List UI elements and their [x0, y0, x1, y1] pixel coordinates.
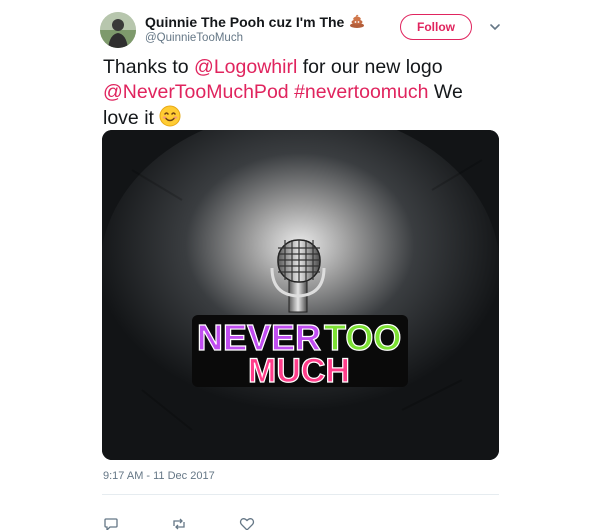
tweet-text: Thanks to @Logowhirl for our new logo @N… [103, 55, 503, 134]
retweet-icon[interactable] [171, 516, 187, 530]
mention-nevertoomuchpod-link[interactable]: @NeverTooMuchPod [103, 81, 289, 103]
tweet-header: Quinnie The Pooh cuz I'm The @QuinnieToo… [100, 10, 510, 50]
author-display-name[interactable]: Quinnie The Pooh cuz I'm The [145, 14, 344, 30]
reply-icon[interactable] [103, 516, 119, 530]
tweet-actions [103, 516, 255, 530]
avatar[interactable] [100, 12, 136, 48]
divider [102, 494, 499, 495]
tweet-text-prefix: Thanks to [103, 56, 195, 78]
hashtag-nevertoomuch-link[interactable]: #nevertoomuch [294, 81, 428, 103]
tweet-timestamp[interactable]: 9:17 AM - 11 Dec 2017 [103, 470, 215, 482]
like-icon[interactable] [239, 516, 255, 530]
tweet-media-image[interactable]: NEVER TOO MUCH [102, 130, 499, 460]
chevron-down-icon[interactable] [488, 20, 502, 34]
never-too-much-logo-image: NEVER TOO MUCH [102, 130, 499, 460]
tweet-text-middle: for our new logo [297, 56, 443, 78]
follow-button[interactable]: Follow [400, 14, 472, 40]
author-name-line[interactable]: Quinnie The Pooh cuz I'm The [145, 13, 365, 31]
logo-text-much: MUCH [248, 352, 350, 390]
mention-logowhirl-link[interactable]: @Logowhirl [194, 56, 297, 78]
tweet-card: Quinnie The Pooh cuz I'm The @QuinnieToo… [0, 0, 600, 530]
author-handle[interactable]: @QuinnieTooMuch [145, 32, 243, 44]
poop-emoji-icon [349, 13, 365, 31]
